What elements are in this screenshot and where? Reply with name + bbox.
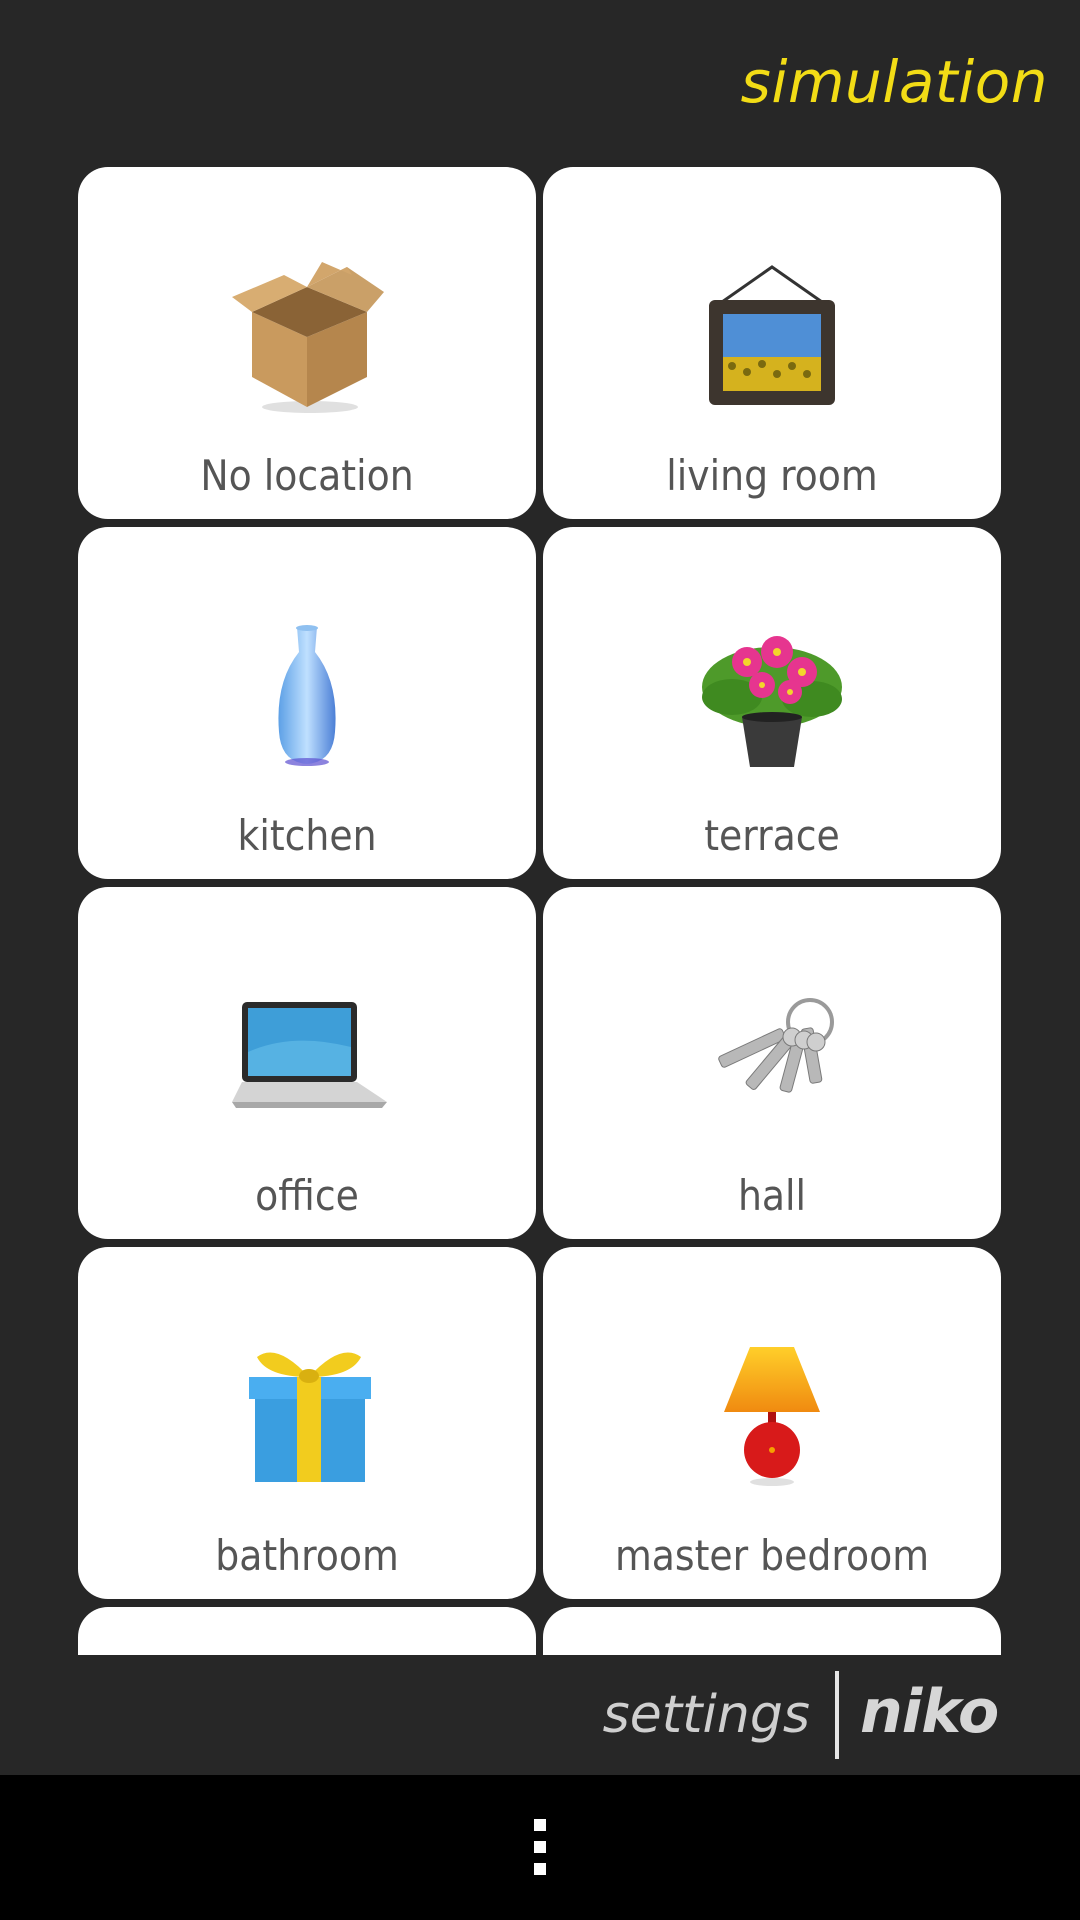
niko-logo: niko [860, 1677, 999, 1747]
keys-icon [543, 977, 1001, 1137]
system-nav-bar [0, 1775, 1080, 1920]
tile-master-bedroom[interactable]: master bedroom [543, 1247, 1001, 1599]
lamp-icon [543, 1337, 1001, 1497]
tile-partial-left[interactable] [78, 1607, 536, 1655]
flower-pot-icon [543, 617, 1001, 777]
tile-hall[interactable]: hall [543, 887, 1001, 1239]
tile-label: bathroom [215, 1531, 399, 1580]
tile-terrace[interactable]: terrace [543, 527, 1001, 879]
footer-divider [835, 1671, 839, 1759]
tile-label: master bedroom [614, 1531, 930, 1580]
tile-no-location[interactable]: No location [78, 167, 536, 519]
tile-label: hall [737, 1171, 807, 1220]
tile-label: office [255, 1171, 359, 1220]
footer-bar: settings niko [0, 1655, 1080, 1775]
tile-label: terrace [704, 811, 840, 860]
cardboard-box-icon [78, 257, 536, 417]
tile-partial-right[interactable] [543, 1607, 1001, 1655]
tile-office[interactable]: office [78, 887, 536, 1239]
tile-living-room[interactable]: living room [543, 167, 1001, 519]
location-grid: No location living room kitchen terrace … [0, 167, 1080, 1655]
tile-label: kitchen [237, 811, 377, 860]
tile-kitchen[interactable]: kitchen [78, 527, 536, 879]
overflow-menu-icon[interactable] [534, 1819, 546, 1879]
tile-label: living room [666, 451, 878, 500]
tile-label: No location [200, 451, 414, 500]
picture-frame-icon [543, 257, 1001, 417]
tile-bathroom[interactable]: bathroom [78, 1247, 536, 1599]
page-title: simulation [740, 48, 1048, 116]
vase-icon [78, 617, 536, 777]
laptop-icon [78, 977, 536, 1137]
gift-box-icon [78, 1337, 536, 1497]
settings-button[interactable]: settings [603, 1685, 810, 1745]
